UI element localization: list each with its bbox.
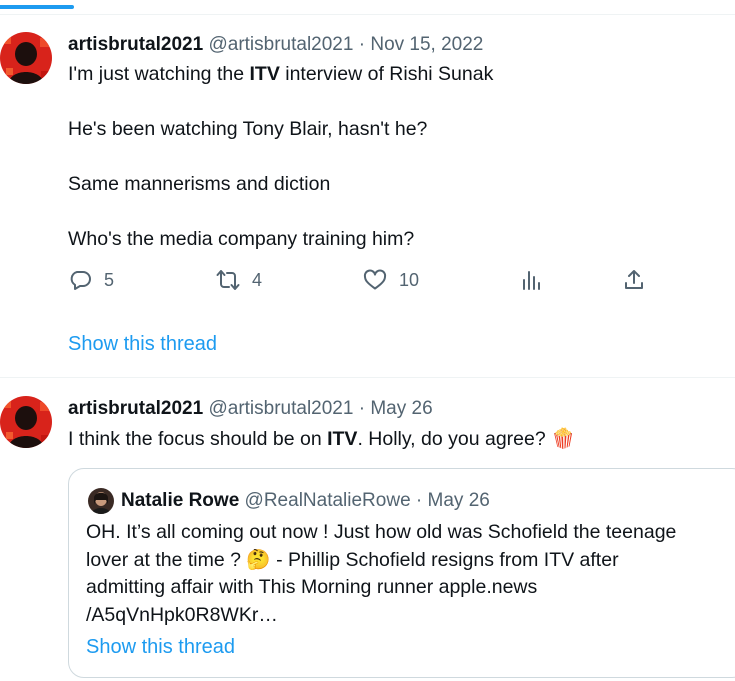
share-icon	[625, 270, 643, 289]
author-name[interactable]: artisbrutal2021	[68, 398, 203, 419]
tweet-text-line: Same mannerisms and diction	[68, 173, 331, 195]
tweet-text: I think the focus should be on ITV. Holl…	[68, 425, 575, 454]
retweet-icon	[216, 270, 240, 290]
popcorn-emoji: 🍿	[551, 427, 576, 450]
author-handle[interactable]: @artisbrutal2021	[208, 34, 353, 55]
avatar[interactable]	[0, 32, 52, 84]
quoted-header: Natalie Rowe @RealNatalieRowe · May 26	[121, 489, 490, 513]
tweet-text-segment: interview of Rishi Sunak	[279, 63, 494, 85]
show-thread-link[interactable]: Show this thread	[68, 332, 217, 356]
tweet-text-line: Who's the media company training him?	[68, 228, 415, 250]
loading-progress-fill	[0, 5, 74, 9]
tweet-text-segment: I'm just watching the	[68, 63, 250, 85]
like-count: 10	[399, 269, 420, 290]
author-name[interactable]: artisbrutal2021	[68, 34, 203, 55]
author-handle[interactable]: @artisbrutal2021	[208, 398, 353, 419]
like-button[interactable]: 10	[363, 268, 419, 292]
retweet-button[interactable]: 4	[216, 268, 262, 292]
tweet-text-segment: I think the focus should be on	[68, 428, 328, 450]
tweet-text: I'm just watching the ITV interview of R…	[68, 61, 493, 254]
analytics-button[interactable]	[519, 268, 543, 292]
like-icon	[363, 269, 387, 290]
quoted-text-line[interactable]: admitting affair with This Morning runne…	[86, 574, 676, 602]
quoted-date[interactable]: May 26	[428, 490, 490, 511]
tweet-header: artisbrutal2021 @artisbrutal2021 · May 2…	[68, 397, 433, 421]
quoted-avatar[interactable]	[88, 488, 114, 514]
share-button[interactable]	[622, 268, 646, 292]
tweet-header: artisbrutal2021 @artisbrutal2021 · Nov 1…	[68, 33, 483, 57]
tweet-text-highlight: ITV	[327, 428, 358, 450]
tweet-actions: 5 4 10	[68, 268, 668, 298]
reply-icon	[70, 271, 91, 290]
quoted-text-line: OH. It’s all coming out now ! Just how o…	[86, 521, 677, 543]
quoted-show-thread-link[interactable]: Show this thread	[86, 635, 235, 659]
tweet-date[interactable]: May 26	[370, 398, 432, 419]
tweet-divider	[0, 377, 735, 378]
avatar[interactable]	[0, 396, 52, 448]
reply-button[interactable]: 5	[68, 268, 114, 292]
quoted-tweet[interactable]: Natalie Rowe @RealNatalieRowe · May 26 O…	[68, 468, 735, 678]
analytics-icon	[523, 271, 540, 290]
quoted-text-line[interactable]: /A5qVnHpk0R8WKr…	[86, 602, 676, 630]
tweet-text-highlight: ITV	[249, 63, 280, 85]
separator-dot: ·	[358, 34, 366, 55]
loading-progress	[0, 0, 735, 15]
reply-count: 5	[104, 269, 115, 290]
retweet-count: 4	[252, 269, 263, 290]
quoted-author-name[interactable]: Natalie Rowe	[121, 490, 239, 511]
tweet-text-segment: . Holly, do you agree?	[357, 428, 552, 450]
quoted-author-handle[interactable]: @RealNatalieRowe	[245, 490, 411, 511]
quoted-text: OH. It’s all coming out now ! Just how o…	[86, 519, 676, 629]
separator-dot: ·	[415, 490, 423, 511]
tweet-text-line: He's been watching Tony Blair, hasn't he…	[68, 118, 428, 140]
quoted-text-line: lover at the time ? 🤔 - Phillip Schofiel…	[86, 548, 619, 571]
tweet-date[interactable]: Nov 15, 2022	[370, 34, 483, 55]
separator-dot: ·	[358, 398, 366, 419]
